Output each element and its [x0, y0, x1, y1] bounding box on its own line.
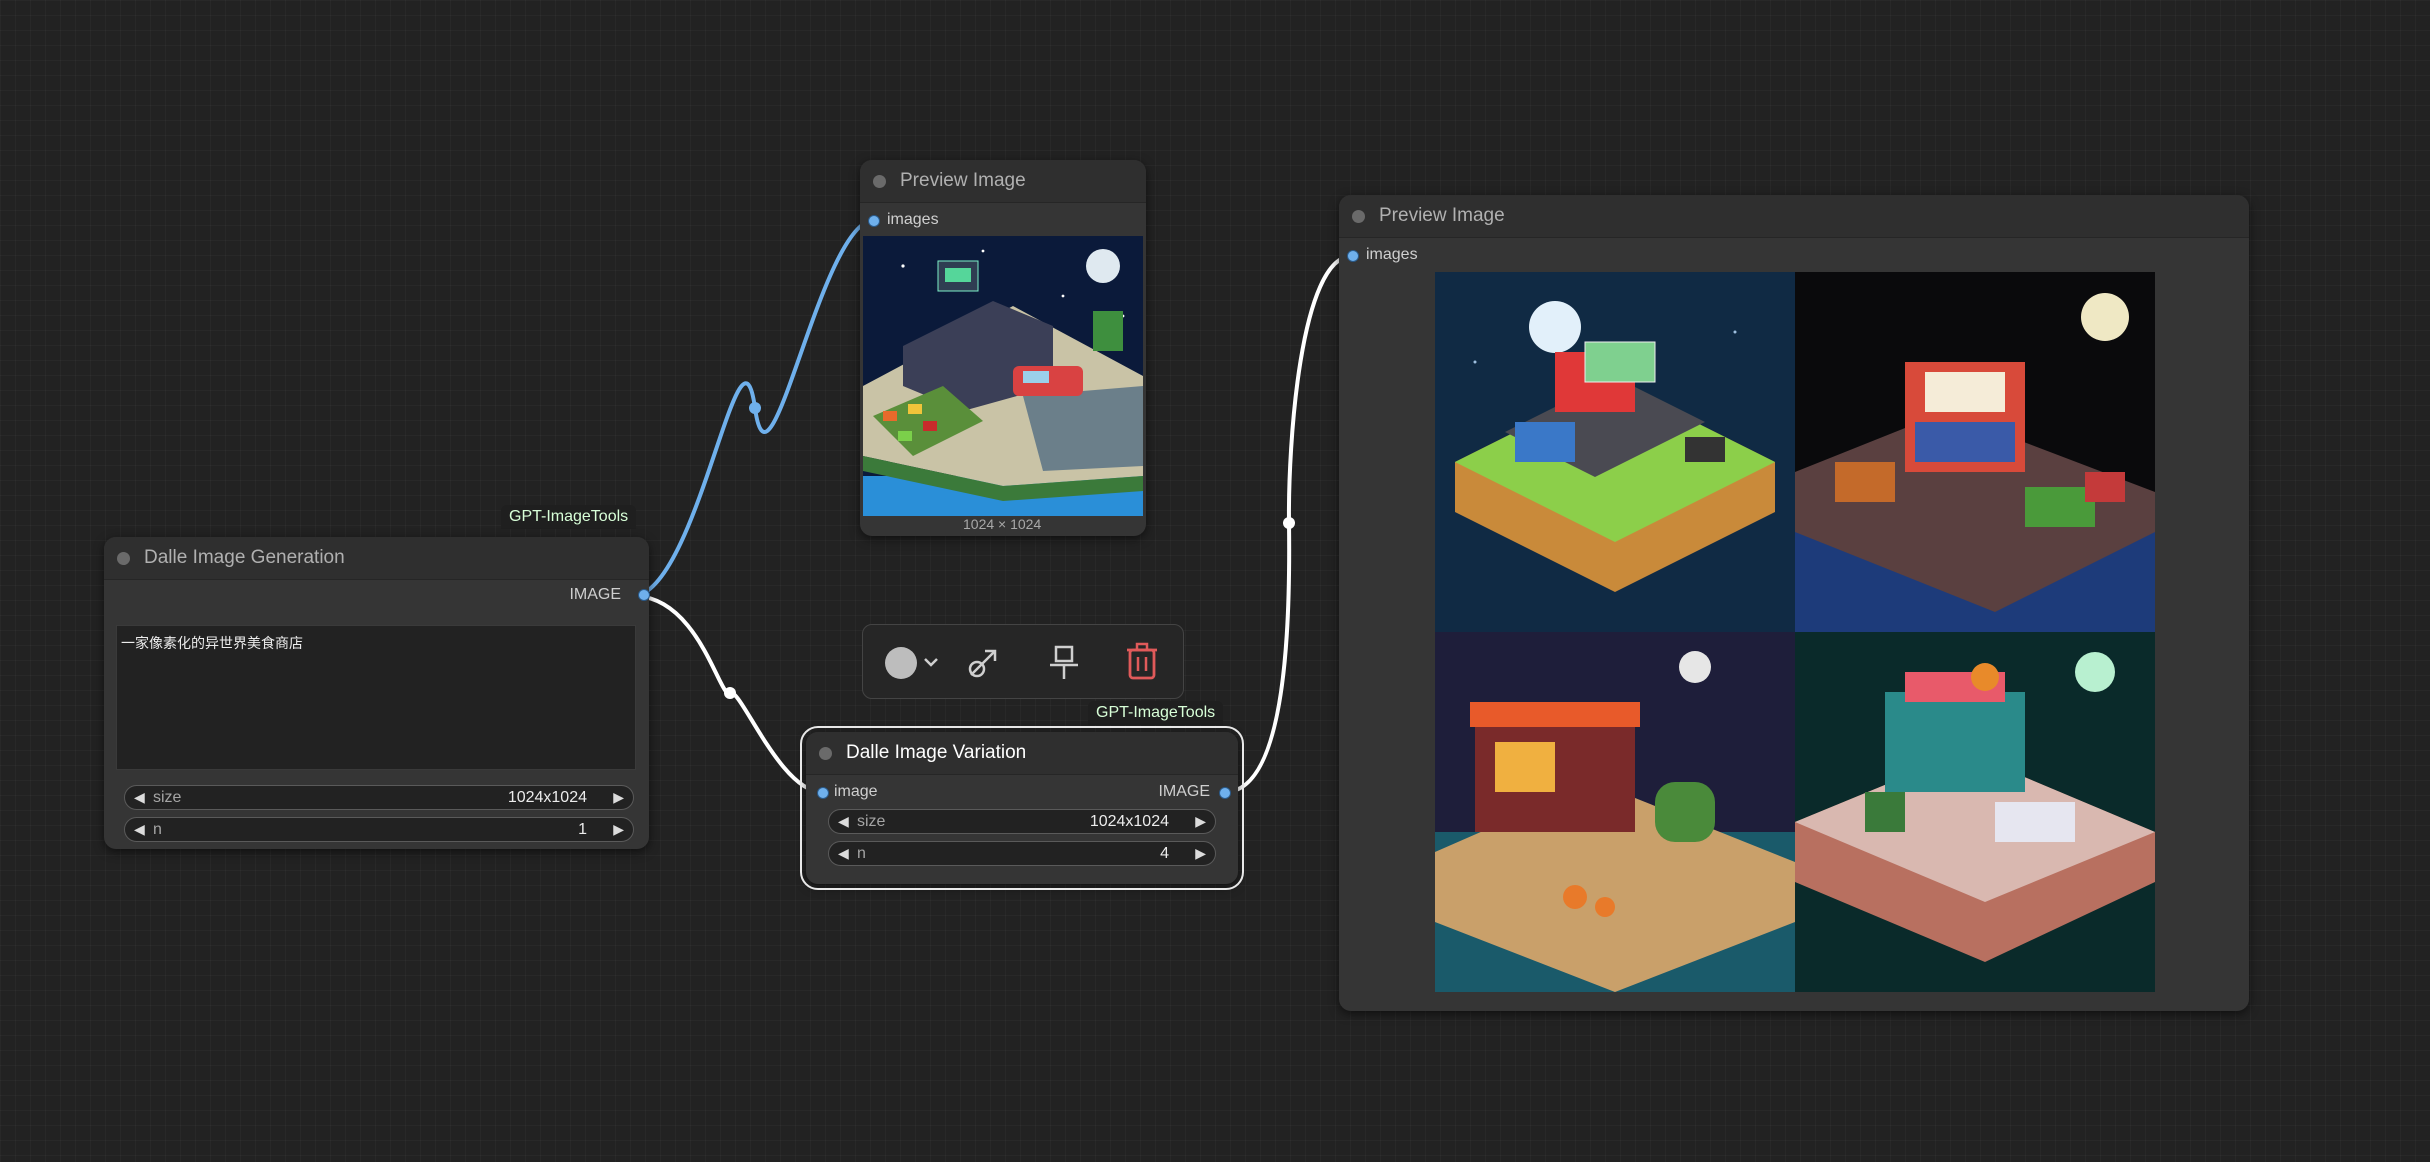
- size-widget[interactable]: ◀ size 1024x1024 ▶: [124, 785, 634, 810]
- node-title-bar[interactable]: Preview Image: [860, 160, 1146, 203]
- collapse-dot[interactable]: [117, 552, 130, 565]
- n-widget[interactable]: ◀ n 4 ▶: [828, 841, 1216, 866]
- prompt-textarea[interactable]: 一家像素化的异世界美食商店: [116, 625, 636, 770]
- preview-image: [863, 236, 1143, 516]
- output-label: IMAGE: [1158, 783, 1210, 800]
- output-label: IMAGE: [569, 586, 621, 603]
- node-title-bar[interactable]: Dalle Image Variation: [806, 732, 1238, 775]
- node-title-bar[interactable]: Preview Image: [1339, 195, 2249, 238]
- widget-value: 1024x1024: [507, 789, 587, 806]
- input-label: images: [1366, 246, 1418, 263]
- color-picker-button[interactable]: [873, 637, 945, 687]
- preview-image: [1795, 272, 2155, 632]
- collapse-dot[interactable]: [819, 747, 832, 760]
- widget-value: 1: [578, 821, 587, 838]
- node-title: Dalle Image Variation: [846, 742, 1027, 763]
- bypass-button[interactable]: [959, 637, 1009, 687]
- input-slot-image[interactable]: [817, 787, 829, 799]
- preview-image-node-small[interactable]: Preview Image images 1024 × 1024: [860, 160, 1146, 536]
- preview-image-node-large[interactable]: Preview Image images: [1339, 195, 2249, 1011]
- node-title: Dalle Image Generation: [144, 547, 345, 568]
- input-slot-images[interactable]: [1347, 250, 1359, 262]
- increment-arrow-icon[interactable]: ▶: [1195, 813, 1206, 830]
- preview-image: [1435, 272, 1795, 632]
- widget-label: n: [857, 845, 866, 862]
- pin-button[interactable]: [1039, 637, 1089, 687]
- link-midpoint: [724, 687, 736, 699]
- decrement-arrow-icon[interactable]: ◀: [134, 789, 145, 806]
- pin-icon: [1050, 645, 1078, 679]
- image-grid: [1435, 272, 2155, 992]
- widget-value: 4: [1160, 845, 1169, 862]
- increment-arrow-icon[interactable]: ▶: [613, 789, 624, 806]
- collapse-dot[interactable]: [873, 175, 886, 188]
- collapse-dot[interactable]: [1352, 210, 1365, 223]
- node-badge: GPT-ImageTools: [501, 505, 637, 529]
- dalle-image-variation-node[interactable]: Dalle Image Variation image IMAGE ◀ size…: [800, 726, 1244, 890]
- input-slot-images[interactable]: [868, 215, 880, 227]
- node-title: Preview Image: [1379, 205, 1505, 226]
- image-size-caption: 1024 × 1024: [963, 516, 1042, 532]
- output-slot-image[interactable]: [638, 589, 650, 601]
- selection-toolbar: [862, 624, 1184, 699]
- widget-value: 1024x1024: [1089, 813, 1169, 830]
- decrement-arrow-icon[interactable]: ◀: [838, 813, 849, 830]
- bypass-icon: [968, 649, 997, 678]
- widget-label: size: [153, 789, 182, 806]
- delete-button[interactable]: [1117, 637, 1167, 687]
- input-label: images: [887, 211, 939, 228]
- preview-image: [1435, 632, 1795, 992]
- increment-arrow-icon[interactable]: ▶: [613, 821, 624, 838]
- dalle-image-generation-node[interactable]: Dalle Image Generation IMAGE 一家像素化的异世界美食…: [104, 537, 650, 849]
- widget-label: size: [857, 813, 886, 830]
- node-title-bar[interactable]: Dalle Image Generation: [104, 537, 649, 580]
- color-circle-icon: [885, 647, 938, 679]
- link-midpoint: [1283, 517, 1295, 529]
- decrement-arrow-icon[interactable]: ◀: [838, 845, 849, 862]
- link-midpoint: [749, 402, 761, 414]
- size-widget[interactable]: ◀ size 1024x1024 ▶: [828, 809, 1216, 834]
- preview-image: [1795, 632, 2155, 992]
- output-slot-image[interactable]: [1219, 787, 1231, 799]
- input-label: image: [834, 783, 878, 800]
- n-widget[interactable]: ◀ n 1 ▶: [124, 817, 634, 842]
- node-title: Preview Image: [900, 170, 1026, 191]
- node-badge: GPT-ImageTools: [1088, 701, 1224, 725]
- widget-label: n: [153, 821, 162, 838]
- increment-arrow-icon[interactable]: ▶: [1195, 845, 1206, 862]
- decrement-arrow-icon[interactable]: ◀: [134, 821, 145, 838]
- trash-icon: [1127, 642, 1157, 680]
